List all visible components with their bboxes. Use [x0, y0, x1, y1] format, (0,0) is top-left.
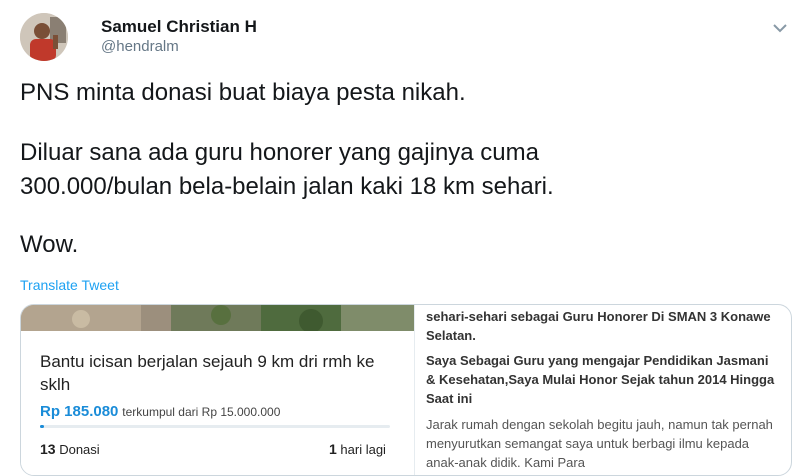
chevron-down-icon[interactable]	[768, 18, 792, 38]
raised-amount: Rp 185.080	[40, 403, 119, 420]
tweet-line: Wow.	[20, 231, 79, 258]
days-number: 1	[329, 441, 337, 457]
days-label: hari lagi	[340, 442, 386, 457]
campaign-photo	[21, 305, 414, 331]
donations-count: 13 Donasi	[40, 441, 100, 457]
description-paragraph: sehari-sehari sebagai Guru Honorer Di SM…	[426, 309, 771, 343]
author-handle[interactable]: @hendralm	[101, 38, 179, 55]
days-left: 1 hari lagi	[329, 441, 386, 457]
tweet-line: Diluar sana ada guru honorer yang gajiny…	[20, 139, 539, 166]
translate-tweet-link[interactable]: Translate Tweet	[20, 277, 119, 293]
description-paragraph: Saya Sebagai Guru yang mengajar Pendidik…	[426, 353, 775, 406]
raised-info: Rp 185.080 terkumpul dari Rp 15.000.000	[40, 403, 280, 420]
donations-label: Donasi	[59, 442, 100, 457]
campaign-summary[interactable]: Bantu icisan berjalan sejauh 9 km dri rm…	[21, 305, 414, 475]
tweet-header: Samuel Christian H @hendralm	[0, 0, 800, 70]
description-paragraph: Jarak rumah dengan sekolah begitu jauh, …	[426, 417, 773, 470]
card-divider	[414, 305, 415, 475]
avatar-photo	[20, 13, 68, 61]
raised-label: terkumpul dari Rp 15.000.000	[122, 405, 281, 419]
campaign-title: Bantu icisan berjalan sejauh 9 km dri rm…	[40, 352, 375, 394]
link-preview-card[interactable]: Bantu icisan berjalan sejauh 9 km dri rm…	[20, 304, 792, 476]
tweet-line: 300.000/bulan bela-belain jalan kaki 18 …	[20, 173, 554, 200]
donations-number: 13	[40, 441, 56, 457]
campaign-description[interactable]: sehari-sehari sebagai Guru Honorer Di SM…	[426, 305, 786, 475]
progress-fill	[40, 425, 45, 428]
progress-bar	[40, 425, 390, 428]
tweet-line: PNS minta donasi buat biaya pesta nikah.	[20, 79, 466, 106]
avatar[interactable]	[20, 13, 68, 61]
author-name[interactable]: Samuel Christian H	[101, 17, 257, 37]
